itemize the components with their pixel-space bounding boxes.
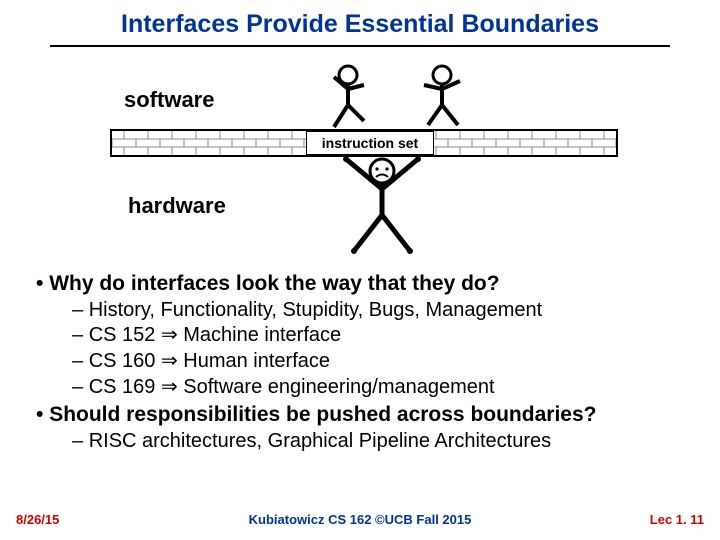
footer-page: Lec 1. 11 bbox=[650, 512, 704, 527]
title-rule bbox=[50, 45, 670, 47]
sub-bullet-item: CS 160 ⇒ Human interface bbox=[72, 349, 690, 375]
stick-figure-runner-right-icon bbox=[412, 63, 472, 133]
slide-footer: 8/26/15 Kubiatowicz CS 162 ©UCB Fall 201… bbox=[0, 512, 720, 532]
bullet-list: Why do interfaces look the way that they… bbox=[36, 271, 690, 455]
sub-bullet-item: CS 169 ⇒ Software engineering/management bbox=[72, 375, 690, 401]
hardware-label: hardware bbox=[128, 193, 226, 219]
sub-bullet-item: CS 152 ⇒ Machine interface bbox=[72, 323, 690, 349]
interface-diagram: software instruction set bbox=[80, 57, 640, 257]
instruction-set-label: instruction set bbox=[306, 131, 434, 155]
bullet-text: Should responsibilities be pushed across… bbox=[49, 403, 596, 426]
slide: Interfaces Provide Essential Boundaries bbox=[0, 0, 720, 540]
footer-course: Kubiatowicz CS 162 ©UCB Fall 2015 bbox=[0, 512, 720, 527]
stick-figure-holding-icon bbox=[332, 153, 432, 257]
bullet-text: Why do interfaces look the way that they… bbox=[49, 272, 499, 295]
bullet-item: Why do interfaces look the way that they… bbox=[36, 271, 690, 400]
stick-figure-runner-left-icon bbox=[320, 63, 380, 133]
bullet-item: Should responsibilities be pushed across… bbox=[36, 402, 690, 454]
sub-bullet-item: RISC architectures, Graphical Pipeline A… bbox=[72, 429, 690, 455]
sub-bullet-item: History, Functionality, Stupidity, Bugs,… bbox=[72, 298, 690, 324]
software-label: software bbox=[124, 87, 214, 113]
slide-title: Interfaces Provide Essential Boundaries bbox=[30, 10, 690, 45]
